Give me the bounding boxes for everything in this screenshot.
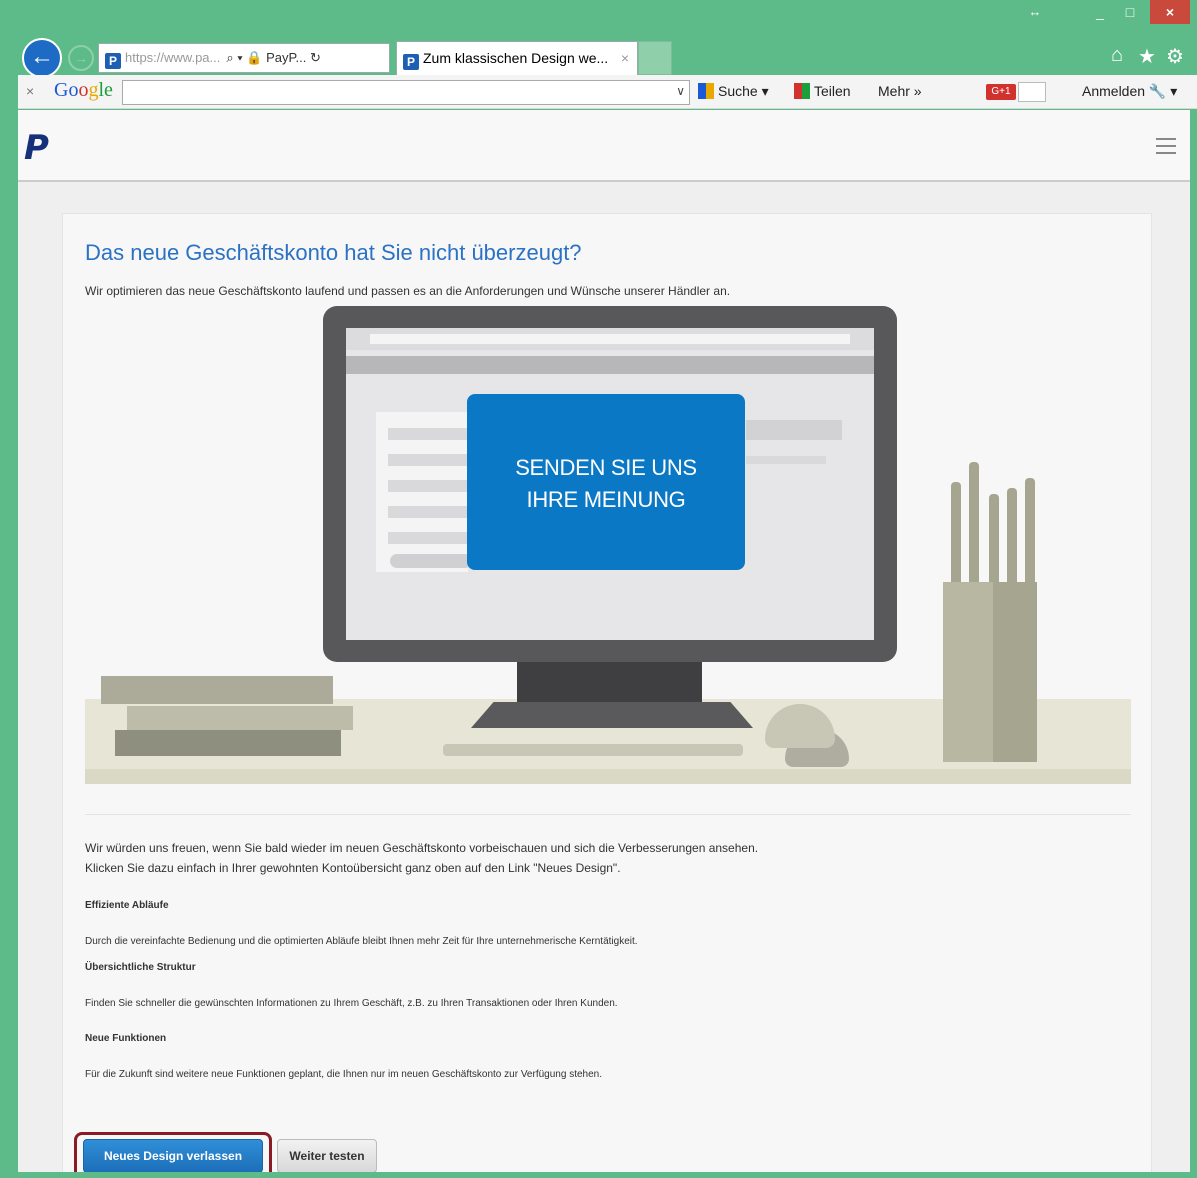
tab-active[interactable]: P Zum klassischen Design we... × [396, 41, 638, 75]
body-text-1: Wir würden uns freuen, wenn Sie bald wie… [85, 841, 759, 855]
address-tools[interactable]: ⌕ ▾ 🔒 PayP... ↻ [226, 50, 321, 65]
body-text-2: Klicken Sie dazu einfach in Ihrer gewohn… [85, 861, 621, 875]
anmelden-button[interactable]: Anmelden 🔧 ▾ [1082, 83, 1177, 100]
google-toolbar: × Google ∨ Suche ▾ Teilen Mehr » G+1 Anm… [18, 75, 1197, 109]
navigation-bar: ← → Phttps://www.pa... ⌕ ▾ 🔒 PayP... ↻ PZ… [0, 36, 1197, 78]
google-search-input[interactable]: ∨ [122, 80, 690, 105]
new-tab-button[interactable] [638, 41, 672, 75]
paypal-favicon-icon: P [403, 54, 419, 70]
page-title: Das neue Geschäftskonto hat Sie nicht üb… [85, 240, 582, 265]
cta-line-1: SENDEN SIE UNS [515, 455, 697, 480]
share-icon [794, 83, 810, 99]
favorites-star-icon[interactable]: ★ [1134, 44, 1160, 69]
mehr-button[interactable]: Mehr » [878, 83, 922, 99]
teilen-button[interactable]: Teilen [794, 83, 851, 99]
monitor-screen: SENDEN SIE UNS IHRE MEINUNG [346, 328, 874, 640]
continue-testing-button[interactable]: Weiter testen [277, 1139, 377, 1172]
suche-button[interactable]: Suche ▾ [698, 83, 769, 100]
back-button[interactable]: ← [22, 38, 62, 78]
page-viewport: P Das neue Geschäftskonto hat Sie nicht … [18, 110, 1190, 1172]
paypal-header: P [18, 110, 1190, 182]
page-subtitle: Wir optimieren das neue Geschäftskonto l… [85, 284, 731, 298]
feedback-cta-button[interactable]: SENDEN SIE UNS IHRE MEINUNG [467, 394, 745, 570]
address-bar[interactable]: Phttps://www.pa... ⌕ ▾ 🔒 PayP... ↻ [98, 43, 390, 73]
minimize-button[interactable]: _ [1085, 0, 1115, 24]
feedback-illustration: SENDEN SIE UNS IHRE MEINUNG [85, 304, 1131, 784]
book-stack [101, 676, 333, 704]
close-window-button[interactable]: × [1150, 0, 1190, 24]
leave-new-design-button[interactable]: Neues Design verlassen [83, 1139, 263, 1172]
feature-text: Für die Zukunft sind weitere neue Funkti… [85, 1069, 602, 1080]
feature-heading: Effiziente Abläufe [85, 900, 169, 911]
feature-heading: Neue Funktionen [85, 1033, 167, 1044]
window-titlebar: ↔ _ □ × [0, 0, 1197, 40]
content-card: Das neue Geschäftskonto hat Sie nicht üb… [62, 213, 1152, 1172]
gplus-count [1018, 82, 1046, 102]
feature-text: Durch die vereinfachte Bedienung und die… [85, 936, 638, 947]
paypal-logo[interactable]: P [24, 128, 49, 168]
forward-button[interactable]: → [68, 45, 94, 71]
hamburger-menu-icon[interactable] [1156, 138, 1176, 159]
feature-heading: Übersichtliche Struktur [85, 962, 196, 973]
google-logo: Google [54, 79, 113, 101]
divider [85, 814, 1131, 815]
google-search-icon [698, 83, 714, 99]
address-url: https://www.pa... [125, 50, 221, 65]
feature-text: Finden Sie schneller die gewünschten Inf… [85, 998, 618, 1009]
tab-title: Zum klassischen Design we... [423, 50, 609, 66]
maximize-button[interactable]: □ [1115, 0, 1145, 24]
cta-line-2: IHRE MEINUNG [526, 487, 686, 512]
resize-icon[interactable]: ↔ [1020, 0, 1050, 24]
gear-icon[interactable]: ⚙ [1162, 44, 1188, 69]
home-icon[interactable]: ⌂ [1104, 44, 1130, 67]
monitor-illustration: SENDEN SIE UNS IHRE MEINUNG [323, 306, 897, 662]
chevron-down-icon[interactable]: ∨ [676, 84, 685, 98]
gplus-button[interactable]: G+1 [986, 84, 1016, 100]
toolbar-close-icon[interactable]: × [26, 83, 34, 99]
pen-cup [943, 582, 1037, 762]
keyboard-illustration [443, 744, 743, 756]
tab-close-icon[interactable]: × [621, 42, 629, 74]
paypal-favicon-icon: P [105, 53, 121, 69]
